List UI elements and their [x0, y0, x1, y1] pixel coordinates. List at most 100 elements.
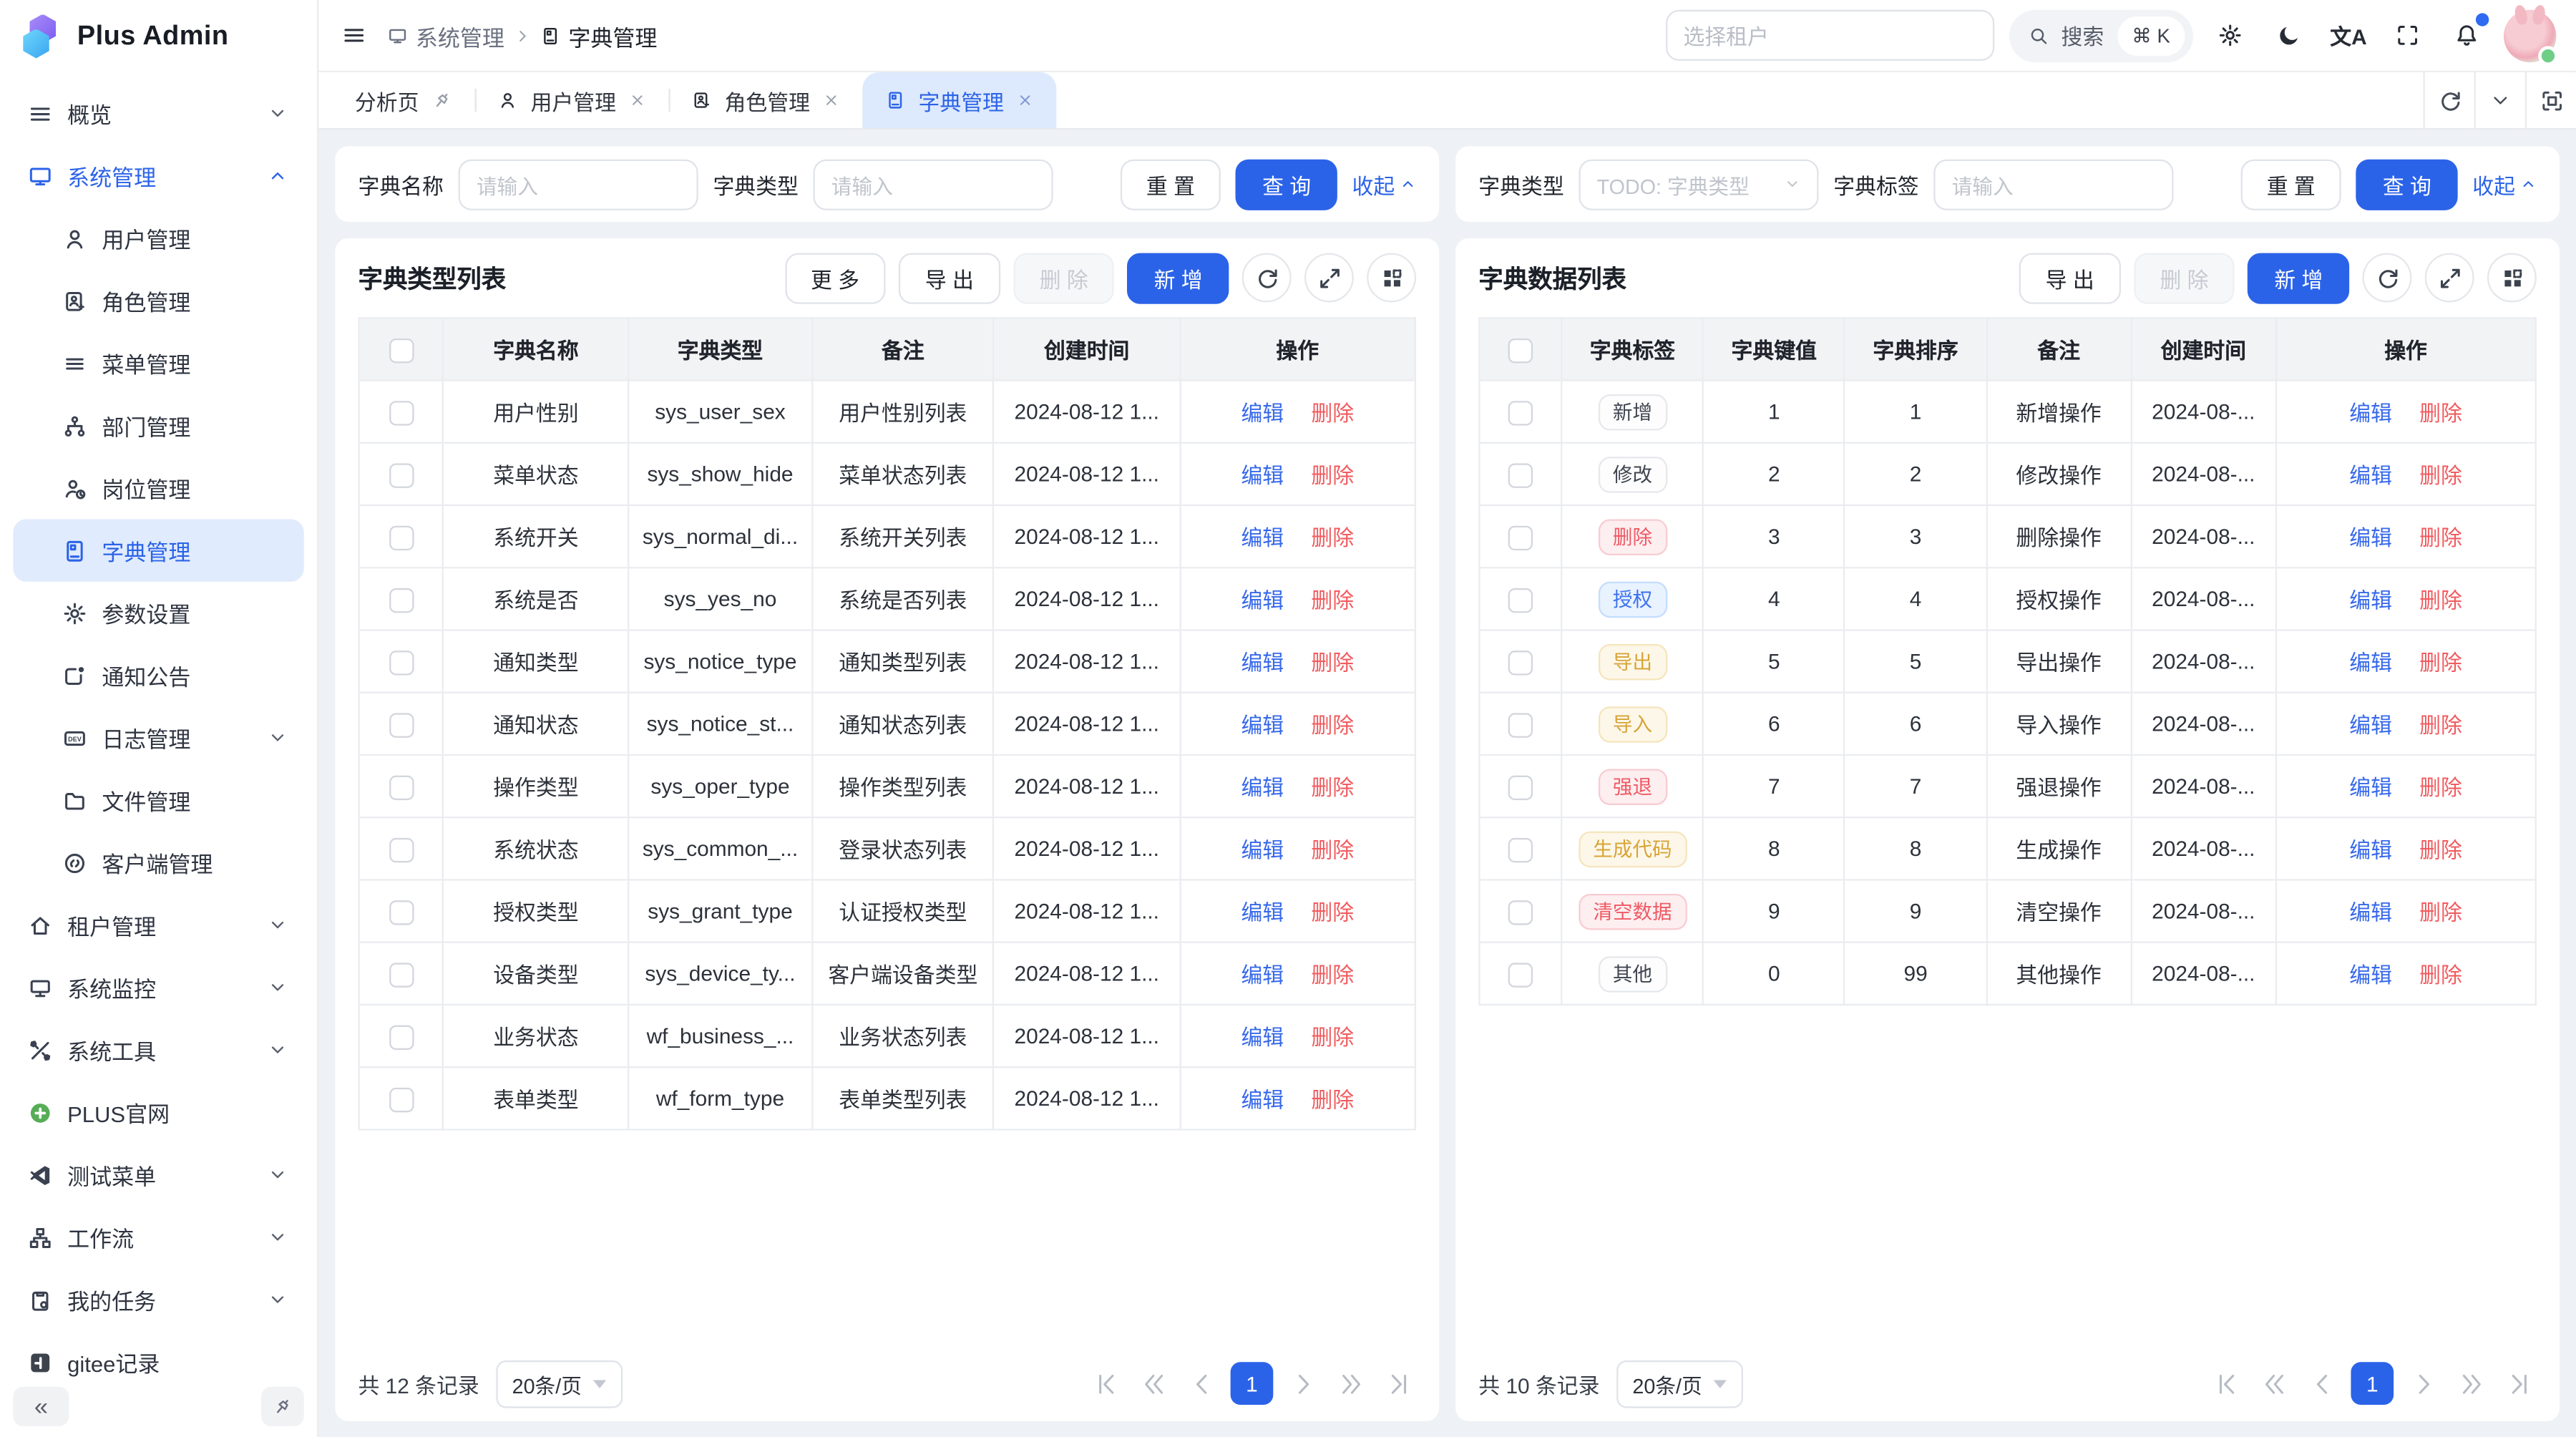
refresh-tab-button[interactable] — [2423, 72, 2474, 128]
sidebar-item-gitee[interactable]: gitee记录 — [13, 1331, 303, 1385]
column-settings-button[interactable] — [2487, 253, 2537, 303]
sidebar-item-my-tasks[interactable]: 我的任务 — [13, 1268, 303, 1330]
add-button[interactable]: 新 增 — [1128, 252, 1229, 303]
edit-link[interactable]: 编辑 — [2349, 463, 2392, 487]
delete-link[interactable]: 删除 — [2419, 588, 2462, 613]
edit-link[interactable]: 编辑 — [2349, 963, 2392, 987]
row-checkbox[interactable] — [1508, 400, 1533, 424]
edit-link[interactable]: 编辑 — [2349, 651, 2392, 675]
sidebar-item-system[interactable]: 系统管理 — [13, 145, 303, 207]
content-fullscreen-button[interactable] — [2525, 72, 2576, 128]
sidebar-item-overview[interactable]: 概览 — [13, 82, 303, 145]
row-checkbox[interactable] — [1508, 588, 1533, 612]
sidebar-item-departments[interactable]: 部门管理 — [13, 394, 303, 457]
edit-link[interactable]: 编辑 — [2349, 776, 2392, 800]
row-checkbox[interactable] — [389, 462, 413, 487]
edit-link[interactable]: 编辑 — [2349, 526, 2392, 550]
column-settings-button[interactable] — [1367, 253, 1416, 303]
delete-link[interactable]: 删除 — [2419, 713, 2462, 737]
tab-users[interactable]: 用户管理 — [475, 72, 669, 128]
edit-link[interactable]: 编辑 — [1241, 401, 1284, 425]
edit-link[interactable]: 编辑 — [1241, 713, 1284, 737]
sidebar-collapse-button[interactable]: « — [13, 1387, 69, 1426]
prev-page-button[interactable] — [2303, 1364, 2340, 1403]
edit-link[interactable]: 编辑 — [1241, 1088, 1284, 1112]
sidebar-item-tools[interactable]: 系统工具 — [13, 1018, 303, 1081]
delete-link[interactable]: 删除 — [1311, 401, 1354, 425]
row-checkbox[interactable] — [389, 1087, 413, 1111]
delete-button[interactable]: 删 除 — [2134, 252, 2235, 303]
expand-table-button[interactable] — [2425, 253, 2474, 303]
delete-link[interactable]: 删除 — [1311, 1088, 1354, 1112]
close-icon[interactable] — [1017, 92, 1033, 109]
expand-table-button[interactable] — [1304, 253, 1354, 303]
prev-page-button[interactable] — [1183, 1364, 1219, 1403]
delete-link[interactable]: 删除 — [1311, 526, 1354, 550]
delete-link[interactable]: 删除 — [1311, 651, 1354, 675]
sidebar-item-tenants[interactable]: 租户管理 — [13, 894, 303, 956]
row-checkbox[interactable] — [389, 900, 413, 924]
fullscreen-button[interactable] — [2386, 12, 2430, 58]
delete-link[interactable]: 删除 — [1311, 713, 1354, 737]
delete-link[interactable]: 删除 — [1311, 588, 1354, 613]
row-checkbox[interactable] — [1508, 775, 1533, 799]
delete-button[interactable]: 删 除 — [1013, 252, 1114, 303]
avatar[interactable] — [2504, 9, 2556, 62]
first-page-button[interactable] — [1088, 1364, 1124, 1403]
sidebar-item-users[interactable]: 用户管理 — [13, 207, 303, 269]
row-checkbox[interactable] — [1508, 462, 1533, 487]
sidebar-item-plus-site[interactable]: PLUS官网 — [13, 1081, 303, 1144]
delete-link[interactable]: 删除 — [1311, 1026, 1354, 1050]
dict-type-input[interactable]: 请输入 — [814, 159, 1053, 210]
breadcrumb-dictionary[interactable]: 字典管理 — [540, 19, 657, 52]
delete-link[interactable]: 删除 — [2419, 963, 2462, 987]
translate-button[interactable]: 文A — [2326, 12, 2371, 58]
delete-link[interactable]: 删除 — [1311, 463, 1354, 487]
select-all-checkbox[interactable] — [1508, 338, 1533, 362]
close-icon[interactable] — [629, 92, 645, 109]
fast-next-button[interactable] — [1332, 1364, 1369, 1403]
global-search[interactable]: 搜索 ⌘ K — [2009, 9, 2193, 62]
row-checkbox[interactable] — [389, 525, 413, 550]
edit-link[interactable]: 编辑 — [1241, 963, 1284, 987]
tab-dictionary[interactable]: 字典管理 — [862, 72, 1056, 128]
edit-link[interactable]: 编辑 — [2349, 838, 2392, 862]
delete-link[interactable]: 删除 — [1311, 838, 1354, 862]
edit-link[interactable]: 编辑 — [2349, 713, 2392, 737]
row-checkbox[interactable] — [389, 1025, 413, 1049]
sidebar-item-test-menu[interactable]: 测试菜单 — [13, 1144, 303, 1206]
sidebar-item-monitor[interactable]: 系统监控 — [13, 956, 303, 1018]
delete-link[interactable]: 删除 — [2419, 838, 2462, 862]
search-button[interactable]: 查 询 — [2356, 159, 2457, 210]
select-all-checkbox[interactable] — [389, 338, 413, 362]
edit-link[interactable]: 编辑 — [1241, 1026, 1284, 1050]
edit-link[interactable]: 编辑 — [1241, 526, 1284, 550]
edit-link[interactable]: 编辑 — [1241, 776, 1284, 800]
dict-type-select[interactable]: TODO: 字典类型 — [1579, 159, 1818, 210]
page-size-select[interactable]: 20条/页 — [496, 1360, 623, 1408]
next-page-button[interactable] — [1284, 1364, 1321, 1403]
row-checkbox[interactable] — [389, 400, 413, 424]
export-button[interactable]: 导 出 — [899, 252, 1000, 303]
reset-button[interactable]: 重 置 — [1120, 159, 1221, 210]
tab-menu-button[interactable] — [2474, 72, 2525, 128]
sidebar-item-logs[interactable]: DEV 日志管理 — [13, 706, 303, 769]
first-page-button[interactable] — [2208, 1364, 2245, 1403]
page-size-select[interactable]: 20条/页 — [1616, 1360, 1743, 1408]
export-button[interactable]: 导 出 — [2019, 252, 2120, 303]
dark-mode-button[interactable] — [2267, 12, 2311, 58]
delete-link[interactable]: 删除 — [1311, 776, 1354, 800]
pin-icon[interactable] — [432, 90, 452, 110]
current-page[interactable]: 1 — [2351, 1362, 2394, 1405]
delete-link[interactable]: 删除 — [2419, 463, 2462, 487]
fast-next-button[interactable] — [2453, 1364, 2489, 1403]
refresh-table-button[interactable] — [1242, 253, 1292, 303]
edit-link[interactable]: 编辑 — [1241, 838, 1284, 862]
delete-link[interactable]: 删除 — [2419, 651, 2462, 675]
row-checkbox[interactable] — [389, 712, 413, 736]
edit-link[interactable]: 编辑 — [1241, 588, 1284, 613]
next-page-button[interactable] — [2405, 1364, 2441, 1403]
edit-link[interactable]: 编辑 — [2349, 588, 2392, 613]
row-checkbox[interactable] — [1508, 650, 1533, 674]
collapse-filter-link[interactable]: 收起 — [1352, 168, 1416, 200]
